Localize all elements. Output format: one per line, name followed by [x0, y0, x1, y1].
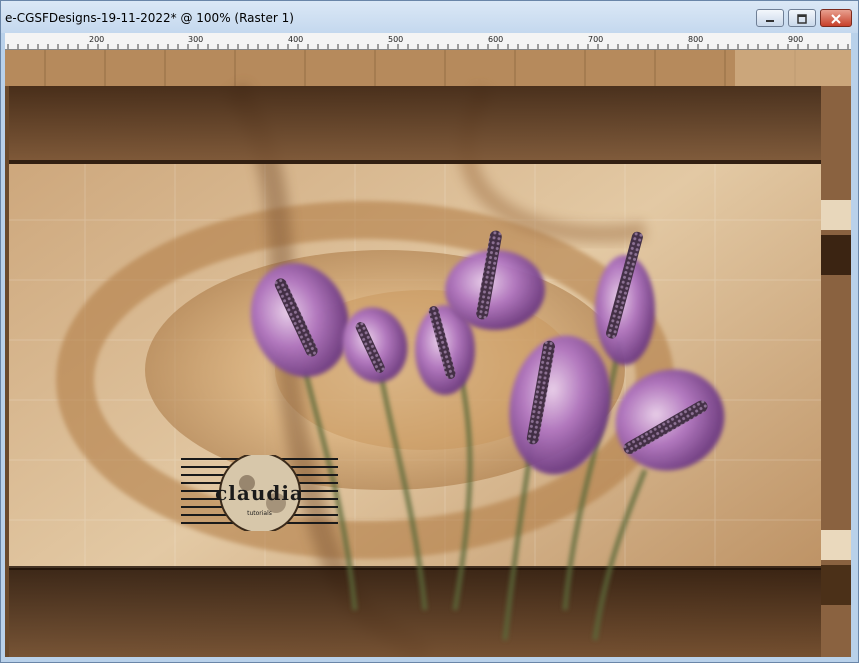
ruler-label: 200 — [89, 35, 104, 44]
artwork — [5, 50, 851, 657]
top-dark-band — [9, 86, 821, 164]
ruler-label: 700 — [588, 35, 603, 44]
claudia-logo: claudia tutorials — [181, 455, 338, 531]
close-icon — [831, 9, 841, 28]
ruler-label: 600 — [488, 35, 503, 44]
editor-window: e-CGSFDesigns-19-11-2022* @ 100% (Raster… — [0, 0, 859, 663]
ruler-label: 500 — [388, 35, 403, 44]
restore-icon — [797, 9, 807, 28]
ruler-label: 800 — [688, 35, 703, 44]
maximize-button[interactable] — [788, 9, 816, 27]
close-button[interactable] — [820, 9, 852, 27]
logo-subtext: tutorials — [247, 510, 272, 517]
window-title: e-CGSFDesigns-19-11-2022* @ 100% (Raster… — [5, 11, 294, 25]
minimize-icon — [765, 9, 775, 28]
top-tile-strip — [5, 50, 851, 86]
title-bar[interactable]: e-CGSFDesigns-19-11-2022* @ 100% (Raster… — [1, 1, 858, 33]
ruler-ticks — [7, 44, 849, 49]
bottom-dark-band — [9, 568, 821, 657]
minimize-button[interactable] — [756, 9, 784, 27]
horizontal-ruler[interactable]: 200 300 400 500 600 700 800 900 — [5, 33, 851, 50]
ruler-label: 300 — [188, 35, 203, 44]
logo-text: claudia — [215, 481, 304, 505]
ruler-label: 400 — [288, 35, 303, 44]
ruler-label: 900 — [788, 35, 803, 44]
image-canvas[interactable]: claudia tutorials — [5, 50, 851, 657]
